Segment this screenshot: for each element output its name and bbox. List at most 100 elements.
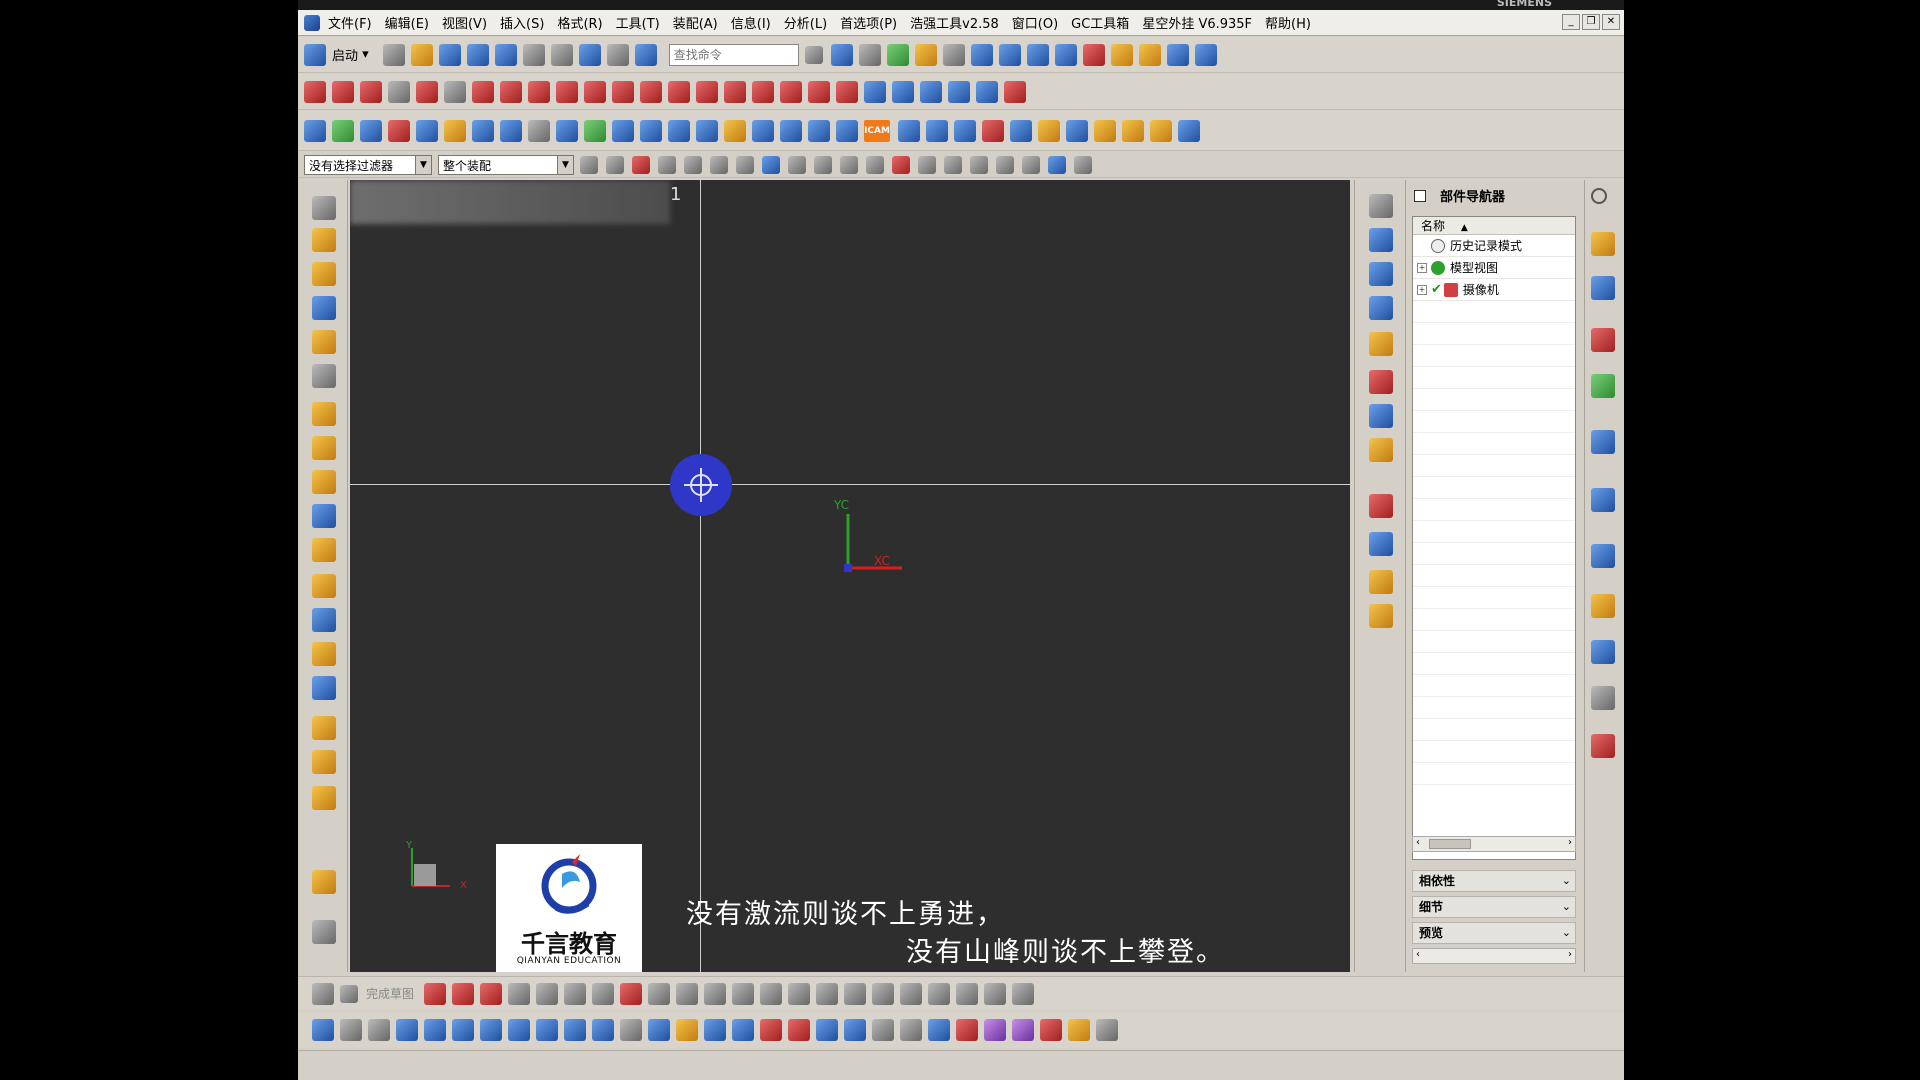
iso-view-icon[interactable] [1369,438,1393,462]
part-navigator-icon[interactable] [1591,328,1615,352]
book-icon[interactable] [360,119,382,142]
chevron-down-icon[interactable]: ▼ [557,155,573,174]
trim-icon[interactable] [312,920,336,944]
restore-icon[interactable]: ❐ [1582,14,1600,30]
sketch-point-icon[interactable] [648,982,671,1005]
chamfer-curve-icon[interactable] [808,80,830,103]
highlight-icon[interactable] [736,155,754,174]
extract-curve-icon[interactable] [668,80,690,103]
snap-face-icon[interactable] [1048,155,1066,174]
tool-list-icon[interactable] [1178,119,1200,142]
undo-icon[interactable] [494,43,517,66]
measure-distance-icon[interactable] [1138,43,1161,66]
chevron-right-icon[interactable]: › [1568,837,1572,848]
check-icon[interactable] [584,119,606,142]
gear-train-icon[interactable] [898,119,920,142]
chevron-left-icon[interactable]: ‹ [1416,837,1420,848]
sketch-fillet-icon[interactable] [536,982,559,1005]
layer-settings-icon[interactable] [864,80,886,103]
cylinder-icon[interactable] [312,364,336,388]
snap-grid-icon[interactable] [1074,155,1092,174]
command-finder-icon[interactable] [634,43,657,66]
green-arrow-icon[interactable] [332,119,354,142]
sketch-trim-icon[interactable] [732,982,755,1005]
red-cube-icon[interactable] [760,1019,782,1041]
arc-icon[interactable] [360,80,382,103]
menu-window[interactable]: 窗口(O) [1012,13,1058,32]
cube-outline-icon[interactable] [564,1019,586,1041]
plane-icon[interactable] [1369,532,1393,556]
layer-category-icon[interactable] [976,80,998,103]
sketch-spline-icon[interactable] [620,982,643,1005]
snap-icon[interactable] [1166,43,1189,66]
snap-line-icon[interactable] [840,155,858,174]
chevron-down-icon[interactable]: ▼ [415,155,431,174]
sketch-plane-icon[interactable] [312,982,334,1005]
split-curve-icon[interactable] [752,80,774,103]
frame-icon[interactable] [816,1019,838,1041]
shaded-icon[interactable] [1369,370,1393,394]
tool-holder-icon[interactable] [508,1019,530,1041]
pattern-icon[interactable] [500,119,522,142]
table-icon[interactable] [1026,43,1049,66]
expand-icon[interactable]: + [1417,262,1427,273]
rib-icon[interactable] [312,608,336,632]
mesh-icon[interactable] [612,119,634,142]
vise-icon[interactable] [704,1019,726,1041]
menu-file[interactable]: 文件(F) [328,13,372,32]
view-cube-icon[interactable] [762,155,780,174]
wireframe-icon[interactable] [1369,404,1393,428]
nx-app-icon[interactable] [304,14,320,31]
navigator-horizontal-scrollbar[interactable]: ‹ › [1412,836,1576,852]
menu-info[interactable]: 信息(I) [731,13,771,32]
search-icon[interactable] [804,45,823,64]
chevron-right-icon[interactable]: › [1568,949,1572,960]
hand-icon[interactable] [1369,604,1393,628]
snap-quadrant-icon[interactable] [970,155,988,174]
select-rectangle-icon[interactable] [312,196,336,220]
pan-icon[interactable] [1369,262,1393,286]
expand-icon[interactable]: + [1417,284,1427,295]
sketch-dimension-icon[interactable] [816,982,839,1005]
rectangle-icon[interactable] [388,80,410,103]
tree-item-cameras[interactable]: + ✔ 摄像机 [1413,279,1575,301]
navigator-tree[interactable]: 名称 ▲ 历史记录模式 + 模型视图 + ✔ 摄像机 [1412,216,1576,860]
scrollbar-thumb[interactable] [1429,839,1471,849]
tree-item-model-views[interactable]: + 模型视图 [1413,257,1575,279]
draft-icon[interactable] [312,676,336,700]
menu-view[interactable]: 视图(V) [442,13,487,32]
history-icon[interactable] [1591,488,1615,512]
shield-icon[interactable] [312,262,336,286]
menu-xingkong-plugin[interactable]: 星空外挂 V6.935F [1142,13,1252,32]
snap-endpoint-icon[interactable] [788,155,806,174]
insert-icon[interactable] [752,119,774,142]
sketch-animate-icon[interactable] [984,982,1007,1005]
selection-scope-select[interactable]: 整个装配 ▼ [438,154,574,175]
hook-icon[interactable] [592,1019,614,1041]
boss-icon[interactable] [312,436,336,460]
fillet-curve-icon[interactable] [780,80,802,103]
spline-icon[interactable] [416,80,438,103]
arrow-right-icon[interactable] [424,1019,446,1041]
scatter-icon[interactable] [928,1019,950,1041]
line-between-icon[interactable] [332,80,354,103]
subtract-icon[interactable] [312,750,336,774]
stack-icon[interactable] [1010,119,1032,142]
pink-part-icon[interactable] [788,1019,810,1041]
command-search-input[interactable] [668,43,799,66]
type-filter-select[interactable]: 没有选择过滤器 ▼ [304,154,432,175]
sketch-extend-icon[interactable] [760,982,783,1005]
groove-icon[interactable] [312,538,336,562]
assembly-icon[interactable] [312,870,336,894]
pad-icon[interactable] [312,504,336,528]
snap-point-icon[interactable] [996,155,1014,174]
copy-body-icon[interactable] [480,1019,502,1041]
web-browser-icon[interactable] [1591,430,1615,454]
paste-icon[interactable] [550,43,573,66]
unite-icon[interactable] [312,716,336,740]
sketch-chamfer-icon[interactable] [564,982,587,1005]
minimize-icon[interactable]: _ [1562,14,1580,30]
sketch-circle-icon[interactable] [508,982,531,1005]
slot-icon[interactable] [312,574,336,598]
square-outline-icon[interactable] [872,1019,894,1041]
